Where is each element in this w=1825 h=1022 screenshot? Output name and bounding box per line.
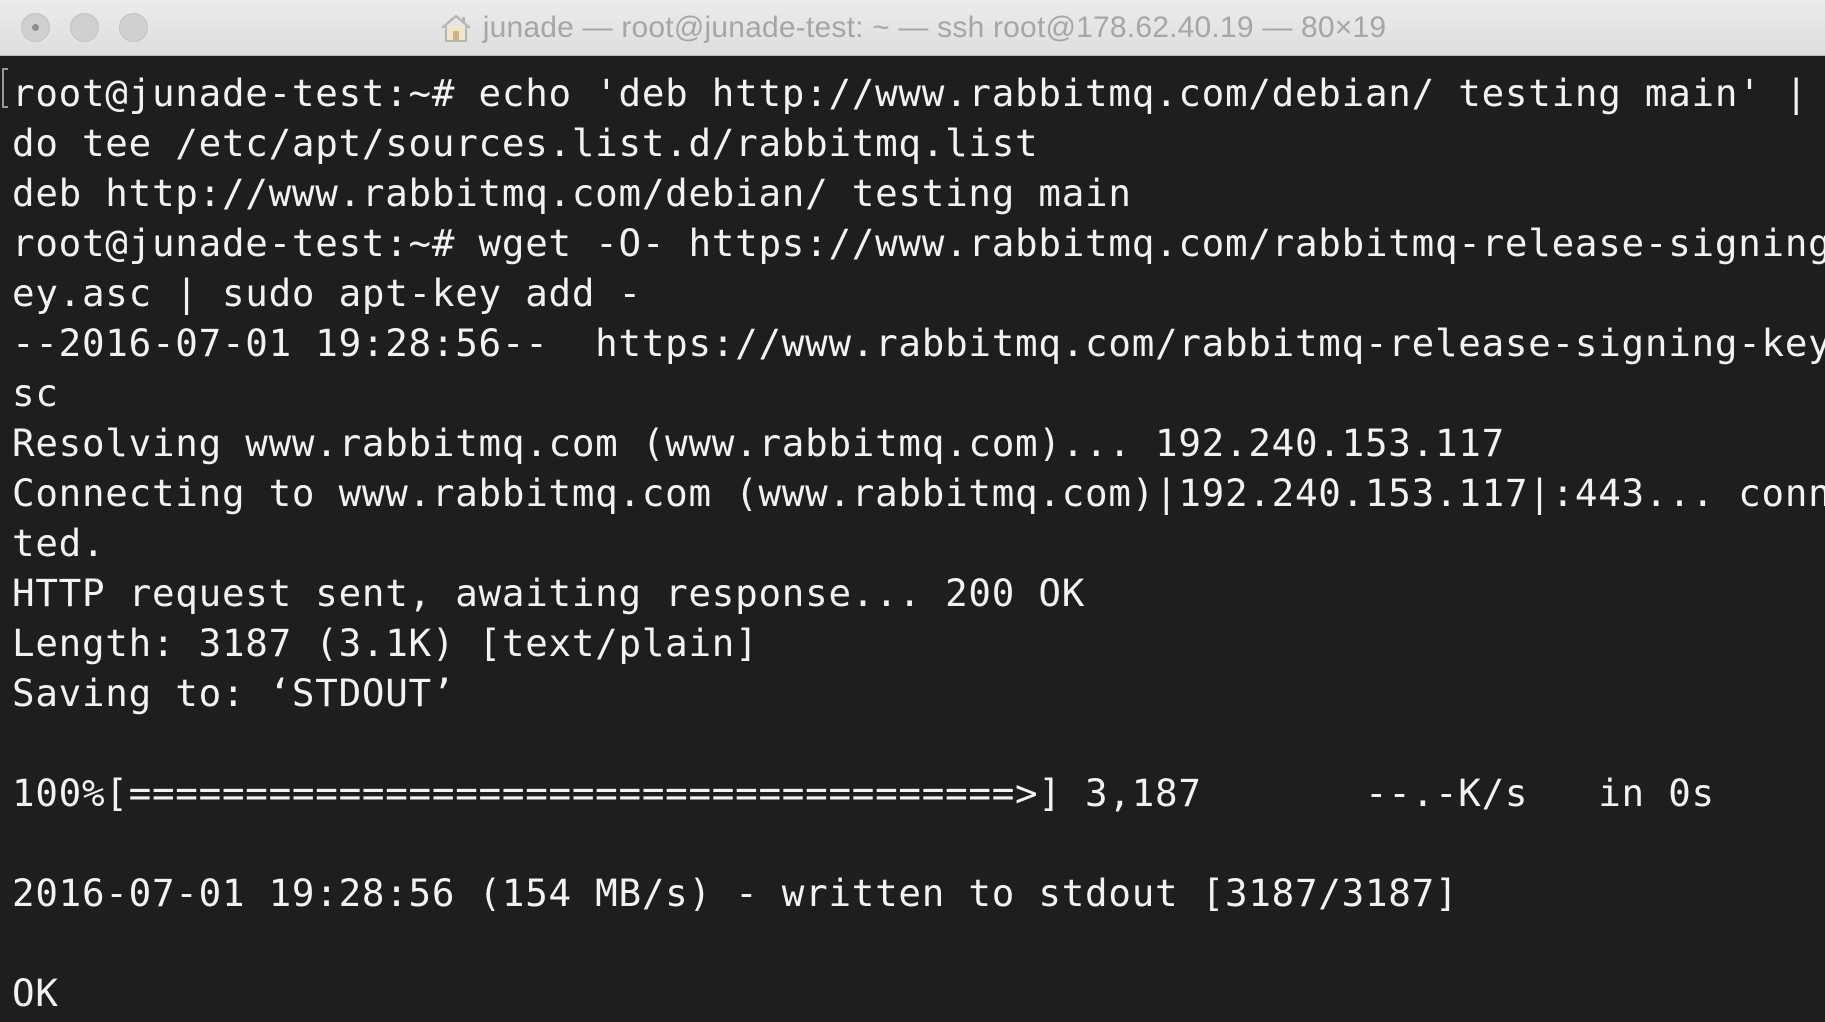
terminal-line: do tee /etc/apt/sources.list.d/rabbitmq.…: [12, 121, 1039, 165]
terminal-line: Saving to: ‘STDOUT’: [12, 671, 456, 715]
mark-bracket: [2, 68, 8, 108]
window-title-wrap: junade — root@junade-test: ~ — ssh root@…: [0, 0, 1825, 56]
terminal-line: 100%[===================================…: [12, 771, 1715, 815]
title-bar[interactable]: junade — root@junade-test: ~ — ssh root@…: [0, 0, 1825, 56]
terminal-line: Resolving www.rabbitmq.com (www.rabbitmq…: [12, 421, 1505, 465]
terminal-line: root@junade-test:~# echo 'deb http://www…: [12, 71, 1825, 115]
terminal-line: OK: [12, 971, 59, 1015]
home-icon: [439, 13, 473, 43]
terminal-line: root@junade-test:~# wget -O- https://www…: [12, 221, 1825, 265]
terminal-line: --2016-07-01 19:28:56-- https://www.rabb…: [12, 321, 1825, 365]
terminal-line: deb http://www.rabbitmq.com/debian/ test…: [12, 171, 1132, 215]
terminal-line: ey.asc | sudo apt-key add -: [12, 271, 642, 315]
terminal-line: ted.: [12, 521, 106, 565]
terminal-line: sc: [12, 371, 59, 415]
terminal-line: Connecting to www.rabbitmq.com (www.rabb…: [12, 471, 1825, 515]
window-title: junade — root@junade-test: ~ — ssh root@…: [482, 11, 1387, 44]
terminal-line: HTTP request sent, awaiting response... …: [12, 571, 1086, 615]
terminal-line: 2016-07-01 19:28:56 (154 MB/s) - written…: [12, 871, 1459, 915]
terminal-window: junade — root@junade-test: ~ — ssh root@…: [0, 0, 1825, 1022]
terminal-line: Length: 3187 (3.1K) [text/plain]: [12, 621, 759, 665]
terminal-output[interactable]: root@junade-test:~# echo 'deb http://www…: [0, 56, 1825, 1022]
